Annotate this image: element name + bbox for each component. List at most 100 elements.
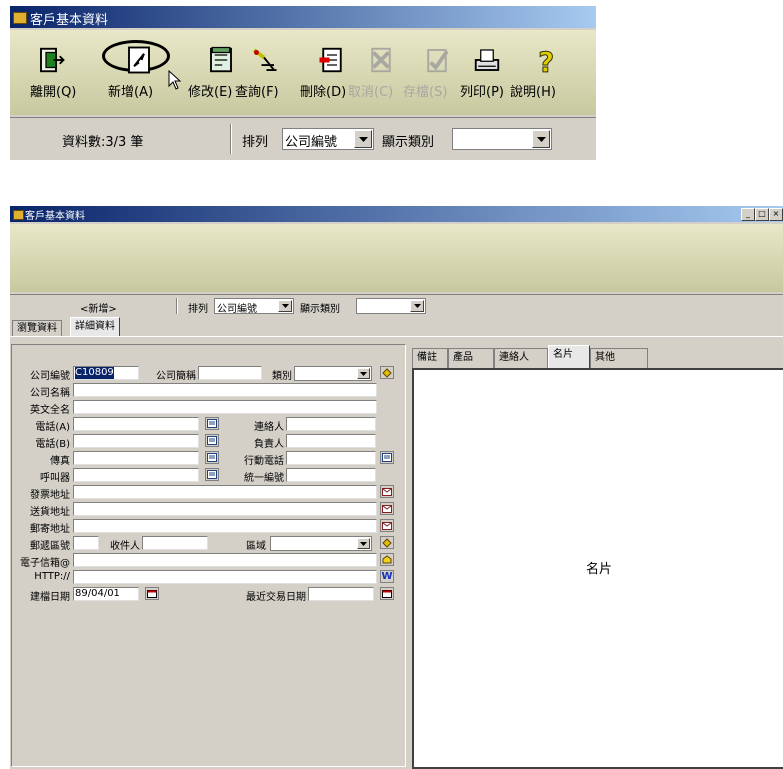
sort-select[interactable]: 公司編號 — [214, 298, 294, 315]
company-id-field-value: C10809 — [75, 367, 114, 379]
svg-text:?: ? — [538, 46, 554, 75]
invoice-address-envelope-icon[interactable] — [380, 485, 394, 498]
right-tab-4[interactable]: 其他 — [590, 348, 648, 368]
delivery-address-field[interactable] — [73, 502, 377, 516]
mobile-field[interactable] — [286, 451, 376, 465]
sort-label: 排列 — [242, 135, 269, 150]
help-icon: ? — [532, 45, 562, 79]
right-tab-2[interactable]: 連絡人 — [494, 348, 548, 368]
save-icon — [422, 45, 452, 79]
app-icon — [13, 12, 27, 24]
tax-id-field[interactable] — [286, 468, 376, 482]
english-name-label: 英文全名 — [30, 405, 70, 416]
chevron-down-icon[interactable] — [410, 300, 424, 312]
company-name-label: 公司名稱 — [30, 388, 70, 399]
maximize-button[interactable]: □ — [755, 208, 769, 221]
delete-icon — [317, 45, 347, 79]
tab-detail[interactable]: 詳細資料 — [70, 317, 120, 336]
close-button[interactable]: × — [769, 208, 783, 221]
right-tab-label: 名片 — [553, 349, 573, 360]
pager-dial-icon[interactable] — [205, 468, 219, 481]
record-count: 資料數:3/3 筆 — [62, 135, 144, 150]
http-field[interactable] — [73, 570, 377, 584]
created-date-calendar-icon[interactable] — [145, 587, 159, 600]
phone-a-dial-icon[interactable] — [205, 417, 219, 430]
toolbar-button-label: 修改(E) — [188, 85, 233, 100]
english-name-field[interactable] — [73, 400, 377, 414]
recipient-field[interactable] — [142, 536, 208, 550]
phone-a-field[interactable] — [73, 417, 199, 431]
cancel-icon — [366, 45, 396, 79]
toolbar-button-label: 刪除(D) — [300, 85, 347, 100]
business-card-label: 名片 — [586, 562, 613, 577]
top-title-bar: 客戶基本資料 — [10, 6, 596, 28]
type-lookup-icon[interactable] — [380, 366, 394, 379]
manager-field[interactable] — [286, 434, 376, 448]
type-select[interactable] — [294, 366, 372, 381]
right-tab-label: 產品 — [453, 352, 473, 363]
pager-field[interactable] — [73, 468, 199, 482]
main-window: 客戶基本資料 _ □ × <新增> 排列 公司編號 顯示類別 瀏覽資料 詳細資料… — [10, 206, 783, 769]
category-select[interactable] — [356, 298, 426, 314]
chevron-down-icon[interactable] — [278, 300, 292, 312]
created-date-field[interactable]: 89/04/01 — [73, 587, 139, 601]
phone-b-field[interactable] — [73, 434, 199, 448]
toolbar-button-label: 說明(H) — [510, 85, 556, 100]
toolbar-button-label: 新增(A) — [108, 85, 154, 100]
toolbar-button-label: 列印(P) — [460, 85, 504, 100]
region-lookup-icon[interactable] — [380, 536, 394, 549]
chevron-down-icon[interactable] — [357, 368, 370, 379]
main-status-bar: <新增> 排列 公司編號 顯示類別 — [10, 294, 783, 317]
mailing-address-field[interactable] — [73, 519, 377, 533]
fax-field[interactable] — [73, 451, 199, 465]
contact-field[interactable] — [286, 417, 376, 431]
right-tab-3[interactable]: 名片 — [548, 345, 590, 368]
mobile-dial-icon[interactable] — [380, 451, 394, 464]
tab-browse[interactable]: 瀏覽資料 — [12, 320, 62, 336]
status-divider — [176, 298, 178, 314]
minimize-button[interactable]: _ — [741, 208, 755, 221]
category-label: 顯示類別 — [300, 304, 340, 315]
phone-a-label: 電話(A) — [35, 422, 70, 433]
zip-field[interactable] — [73, 536, 99, 550]
phone-b-dial-icon[interactable] — [205, 434, 219, 447]
sort-select-value: 公司編號 — [285, 135, 338, 150]
tab-browse-label: 瀏覽資料 — [17, 323, 57, 334]
right-tab-0[interactable]: 備註 — [412, 348, 448, 368]
web-browse-icon[interactable]: W — [380, 570, 394, 583]
invoice-address-label: 發票地址 — [30, 490, 70, 501]
last-trade-date-field[interactable] — [308, 587, 374, 601]
chevron-down-icon[interactable] — [357, 538, 370, 549]
right-tab-1[interactable]: 產品 — [448, 348, 494, 368]
tax-id-label: 統一編號 — [244, 473, 284, 484]
fax-dial-icon[interactable] — [205, 451, 219, 464]
window-title: 客戶基本資料 — [30, 13, 109, 28]
invoice-address-field[interactable] — [73, 485, 377, 499]
chevron-down-icon[interactable] — [354, 130, 372, 148]
company-name-field[interactable] — [73, 383, 377, 397]
region-label: 區域 — [246, 541, 266, 552]
region-select[interactable] — [270, 536, 372, 551]
company-id-field[interactable]: C10809 — [73, 366, 139, 380]
top-toolbar — [10, 30, 596, 115]
mouse-cursor-icon — [168, 69, 182, 93]
sort-select[interactable]: 公司編號 — [282, 128, 374, 150]
mailing-address-envelope-icon[interactable] — [380, 519, 394, 532]
delivery-address-envelope-icon[interactable] — [380, 502, 394, 515]
chevron-down-icon[interactable] — [532, 130, 550, 148]
main-toolbar — [10, 224, 783, 292]
short-name-field[interactable] — [198, 366, 262, 380]
email-field[interactable] — [73, 553, 377, 567]
email-send-icon[interactable] — [380, 553, 394, 566]
email-label: 電子信箱@ — [20, 558, 70, 569]
toolbar-button-label: 取消(C) — [348, 85, 394, 100]
last-trade-date-calendar-icon[interactable] — [380, 587, 394, 600]
short-name-label: 公司簡稱 — [156, 371, 196, 382]
created-date-label: 建檔日期 — [30, 592, 70, 603]
toolbar-button-label: 存檔(S) — [403, 85, 448, 100]
recipient-label: 收件人 — [110, 541, 140, 552]
http-label: HTTP:// — [34, 571, 70, 582]
business-card-panel: 名片 — [412, 368, 783, 769]
category-select[interactable] — [452, 128, 552, 150]
contact-label: 連絡人 — [254, 422, 284, 433]
